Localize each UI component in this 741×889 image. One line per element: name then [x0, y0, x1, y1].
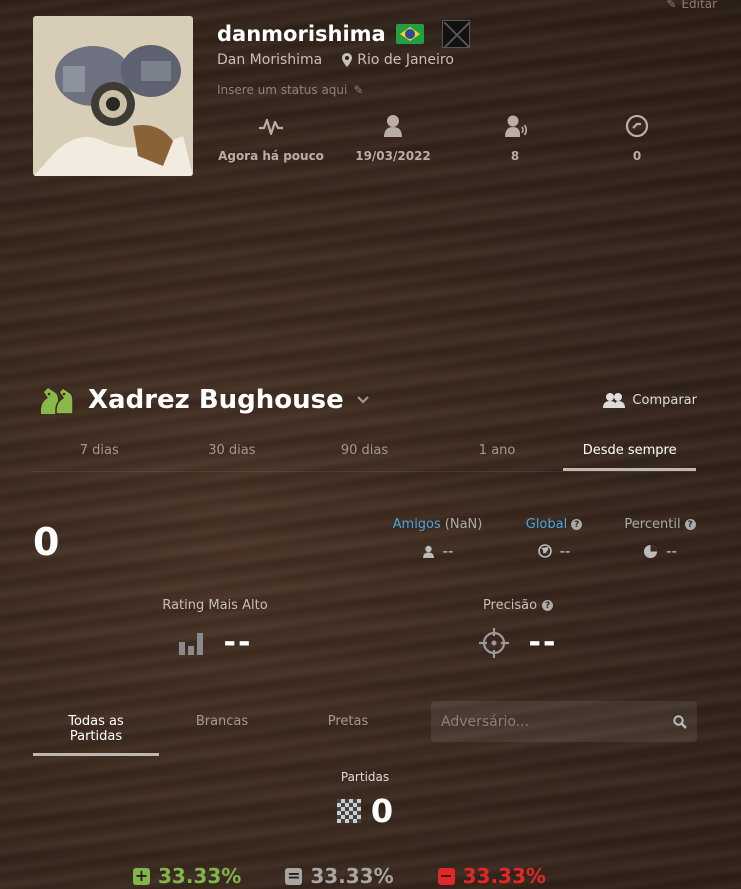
game-title: Xadrez Bughouse [88, 385, 344, 415]
accuracy-label: Precisão [482, 598, 538, 613]
chessboard-icon [336, 799, 361, 823]
stat-points-value: 0 [632, 149, 642, 163]
loss-pct-value: 33.33% [462, 864, 546, 888]
games-filter-tabs: Todas as Partidas Brancas Pretas [33, 706, 411, 756]
username-row: danmorishima [217, 20, 470, 48]
opponent-search [431, 701, 697, 742]
edit-profile-link[interactable]: ✎ Editar [666, 0, 717, 11]
tab-white[interactable]: Brancas [159, 706, 285, 756]
tab-7-days[interactable]: 7 dias [33, 443, 166, 471]
bughouse-icon [41, 387, 74, 415]
stat-last-online: Agora há pouco [210, 113, 332, 163]
league-badge-icon[interactable] [441, 20, 470, 48]
location-pin-icon [342, 53, 353, 67]
stat-last-online-value: Agora há pouco [218, 149, 324, 163]
avatar-image [33, 16, 193, 176]
tab-all-time[interactable]: Desde sempre [563, 443, 696, 471]
stat-joined: 19/03/2022 [332, 113, 454, 163]
bar-chart-icon [178, 632, 203, 655]
profile-details: Dan Morishima Rio de Janeiro [217, 52, 454, 68]
highest-rating-label: Rating Mais Alto [162, 598, 268, 613]
rank-global: Global ? -- [518, 517, 590, 560]
globe-icon [537, 544, 552, 558]
status-editor[interactable]: Insere um status aqui ✎ [217, 83, 363, 97]
global-rank-value: -- [559, 542, 571, 560]
friends-rank-value: -- [442, 542, 454, 560]
location: Rio de Janeiro [342, 52, 454, 68]
status-placeholder: Insere um status aqui [217, 83, 348, 97]
rank-friends: Amigos (NaN) -- [390, 517, 485, 560]
equals-icon: = [285, 866, 303, 885]
crosshair-icon [478, 627, 509, 658]
followers-icon [505, 115, 528, 137]
edit-status-icon: ✎ [353, 83, 364, 97]
friends-rank-suffix: (NaN) [444, 517, 483, 532]
games-count-value: 0 [370, 792, 394, 830]
profile-stats: Agora há pouco 19/03/2022 8 0 [210, 113, 700, 163]
compare-label: Comparar [632, 392, 697, 408]
plus-icon: + [133, 866, 150, 885]
compare-users-icon [603, 393, 626, 408]
tab-1-year[interactable]: 1 ano [431, 443, 564, 471]
stat-followers[interactable]: 8 [454, 113, 576, 163]
draw-percentage[interactable]: = 33.33% [285, 864, 394, 888]
chevron-down-icon [357, 396, 369, 404]
username[interactable]: danmorishima [217, 22, 386, 46]
edit-icon: ✎ [666, 0, 677, 11]
help-icon[interactable]: ? [571, 519, 583, 530]
friend-icon [422, 545, 434, 558]
loss-percentage[interactable]: − 33.33% [437, 864, 546, 888]
edit-label: Editar [681, 0, 717, 11]
location-label: Rio de Janeiro [357, 52, 454, 68]
results-breakdown: + 33.33% = 33.33% − 33.33% [133, 864, 546, 888]
highest-rating-value: -- [223, 625, 253, 660]
percentile-label: Percentil [624, 517, 681, 532]
global-rank-link[interactable]: Global [526, 517, 567, 532]
percentile-value: -- [666, 542, 677, 560]
real-name: Dan Morishima [217, 52, 323, 68]
draw-pct-value: 33.33% [310, 864, 394, 888]
games-count: Partidas 0 [330, 770, 400, 830]
points-icon [625, 114, 649, 138]
opponent-search-input[interactable] [441, 713, 673, 730]
user-joined-icon [384, 115, 402, 137]
stat-joined-value: 19/03/2022 [355, 149, 431, 163]
accuracy: Precisão ? -- [468, 598, 568, 660]
highest-rating: Rating Mais Alto -- [150, 598, 280, 660]
current-rating: 0 [33, 520, 60, 564]
activity-icon [259, 118, 283, 136]
avatar[interactable] [33, 16, 193, 176]
minus-icon: − [437, 866, 455, 885]
help-icon[interactable]: ? [684, 519, 696, 530]
games-count-label: Partidas [340, 770, 390, 784]
pie-icon [644, 544, 658, 558]
compare-button[interactable]: Comparar [603, 392, 697, 408]
tab-30-days[interactable]: 30 dias [166, 443, 299, 471]
brazil-flag-icon [395, 24, 424, 44]
help-icon[interactable]: ? [542, 600, 554, 611]
rank-percentile: Percentil ? -- [620, 517, 700, 560]
tab-all-games[interactable]: Todas as Partidas [33, 706, 159, 756]
friends-rank-link[interactable]: Amigos [393, 517, 441, 532]
game-selector[interactable]: Xadrez Bughouse [38, 384, 370, 416]
period-tabs: 7 dias 30 dias 90 dias 1 ano Desde sempr… [33, 443, 696, 472]
search-icon[interactable] [673, 714, 687, 729]
stat-followers-value: 8 [510, 149, 520, 163]
stat-points[interactable]: 0 [576, 113, 698, 163]
win-pct-value: 33.33% [158, 864, 242, 888]
tab-black[interactable]: Pretas [285, 706, 411, 756]
tab-90-days[interactable]: 90 dias [298, 443, 431, 471]
accuracy-value: -- [528, 625, 558, 660]
win-percentage[interactable]: + 33.33% [133, 864, 241, 888]
